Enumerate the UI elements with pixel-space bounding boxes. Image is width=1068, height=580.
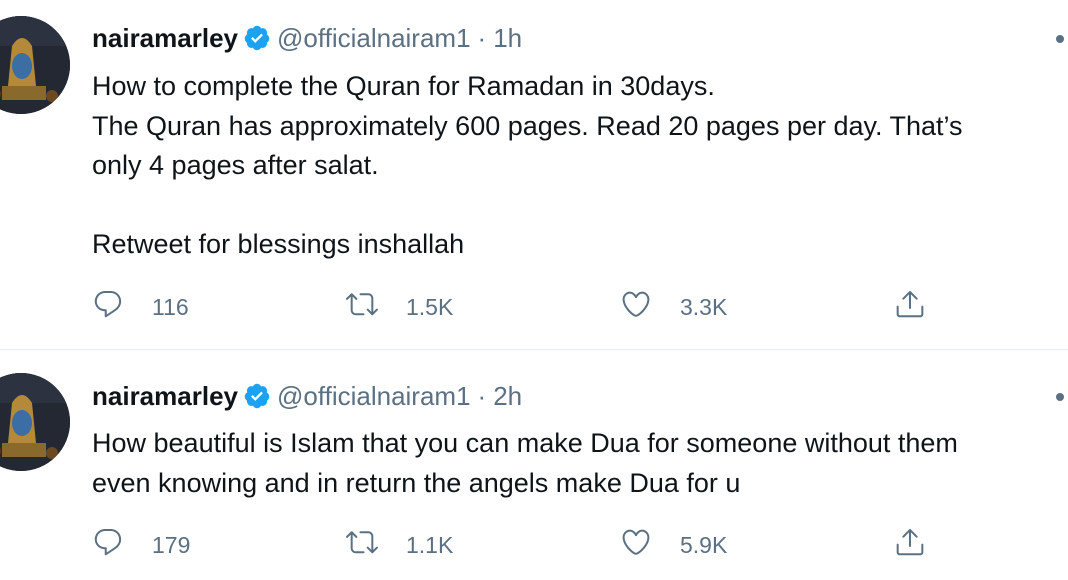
verified-badge-icon bbox=[243, 24, 271, 52]
verified-badge-icon bbox=[243, 382, 271, 410]
share-icon bbox=[894, 526, 926, 564]
tweet-line: How beautiful is Islam that you can make… bbox=[92, 428, 958, 458]
reply-icon bbox=[92, 526, 124, 564]
separator: · bbox=[477, 381, 487, 411]
more-icon[interactable] bbox=[1056, 35, 1064, 43]
retweet-button[interactable]: 1.1K bbox=[346, 528, 453, 562]
timestamp[interactable]: 2h bbox=[493, 380, 522, 412]
tweet-line: Retweet for blessings inshallah bbox=[92, 229, 465, 259]
share-icon bbox=[894, 288, 926, 326]
tweet-text: How beautiful is Islam that you can make… bbox=[92, 424, 1068, 503]
reply-count: 179 bbox=[152, 531, 191, 558]
like-icon bbox=[620, 526, 652, 564]
reply-icon bbox=[92, 288, 124, 326]
tweet-header: nairamarley @officialnairam1 · 2h bbox=[92, 380, 522, 412]
display-name[interactable]: nairamarley bbox=[92, 380, 238, 412]
retweet-count: 1.1K bbox=[406, 531, 454, 558]
handle[interactable]: @officialnairam1 bbox=[277, 380, 471, 412]
avatar[interactable] bbox=[0, 373, 70, 471]
retweet-icon bbox=[346, 288, 378, 326]
tweet-actions: 116 1.5K 3.3K bbox=[92, 290, 942, 324]
like-button[interactable]: 5.9K bbox=[620, 528, 727, 562]
tweet-line: The Quran has approximately 600 pages. R… bbox=[92, 110, 963, 141]
tweet[interactable]: nairamarley @officialnairam1 · 1h How to… bbox=[0, 0, 1068, 350]
tweet-header: nairamarley @officialnairam1 · 1h bbox=[92, 22, 522, 54]
tweet-line: How to complete the Quran for Ramadan in… bbox=[92, 71, 715, 101]
reply-button[interactable]: 116 bbox=[92, 290, 189, 324]
display-name[interactable]: nairamarley bbox=[92, 22, 238, 54]
share-button[interactable] bbox=[894, 290, 926, 324]
tweet-actions: 179 1.1K 5.9K bbox=[92, 528, 942, 562]
share-button[interactable] bbox=[894, 528, 926, 562]
tweet-text: How to complete the Quran for Ramadan in… bbox=[92, 67, 1068, 265]
like-count: 3.3K bbox=[680, 293, 728, 320]
timestamp[interactable]: 1h bbox=[493, 22, 522, 54]
retweet-button[interactable]: 1.5K bbox=[346, 290, 453, 324]
tweet-line: only 4 pages after salat. bbox=[92, 150, 379, 180]
more-icon[interactable] bbox=[1056, 393, 1064, 401]
reply-button[interactable]: 179 bbox=[92, 528, 190, 562]
retweet-icon bbox=[346, 526, 378, 564]
reply-count: 116 bbox=[152, 293, 189, 320]
like-count: 5.9K bbox=[680, 531, 728, 558]
like-button[interactable]: 3.3K bbox=[620, 290, 727, 324]
like-icon bbox=[620, 288, 652, 326]
separator: · bbox=[477, 23, 487, 53]
retweet-count: 1.5K bbox=[406, 293, 454, 320]
handle[interactable]: @officialnairam1 bbox=[277, 22, 471, 54]
avatar[interactable] bbox=[0, 16, 70, 114]
tweet-line: even knowing and in return the angels ma… bbox=[92, 467, 741, 498]
